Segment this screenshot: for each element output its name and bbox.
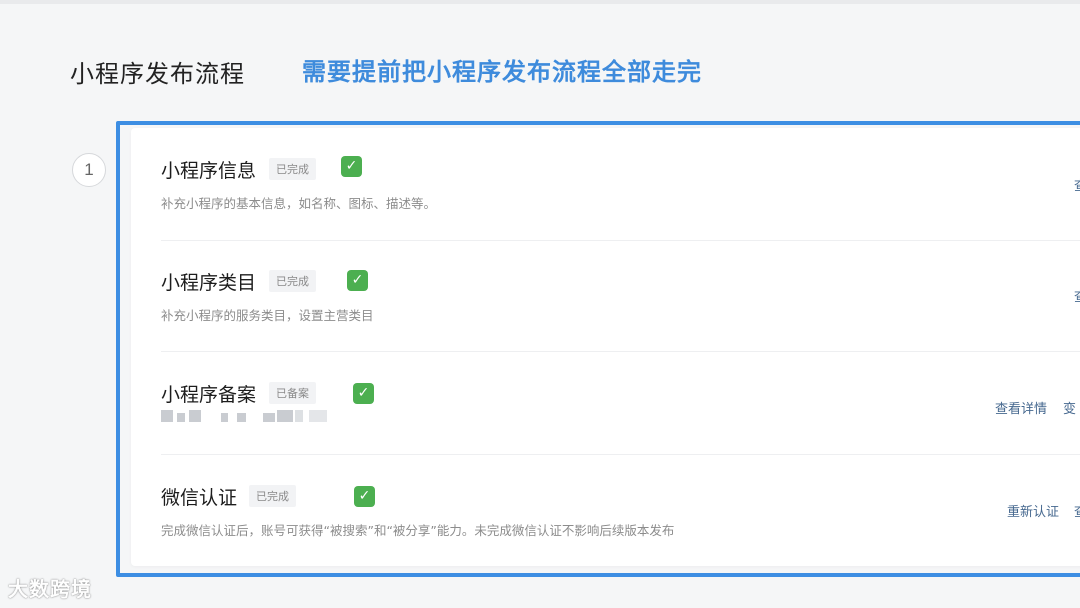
top-border	[0, 0, 1080, 4]
watermark: 大数跨境	[8, 577, 92, 601]
highlight-frame	[116, 121, 1080, 577]
page-title: 小程序发布流程	[70, 60, 245, 88]
step-number: 1	[72, 153, 106, 187]
annotation-text: 需要提前把小程序发布流程全部走完	[302, 58, 702, 86]
